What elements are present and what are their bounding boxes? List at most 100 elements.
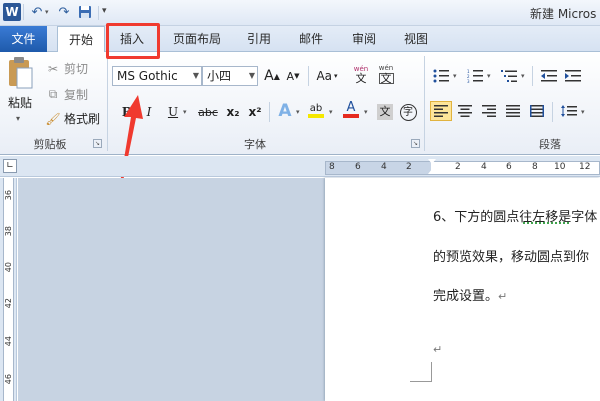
font-color-button[interactable]: A (340, 99, 362, 119)
tab-review[interactable]: 审阅 (345, 26, 383, 52)
numbering-icon: 123 (467, 69, 483, 83)
change-case-icon: Aa (316, 69, 333, 83)
highlight-button[interactable]: ab (305, 100, 327, 120)
multilevel-dropdown-icon[interactable]: ▾ (521, 72, 525, 80)
superscript-button[interactable]: x² (244, 102, 266, 122)
shrink-font-icon: A (286, 69, 295, 83)
tab-selector-icon[interactable]: ∟ (3, 159, 17, 173)
numbering-dropdown-icon[interactable]: ▾ (487, 72, 491, 80)
para-divider (532, 66, 533, 86)
title-divider (23, 4, 24, 20)
subscript-icon: x₂ (226, 105, 240, 119)
margin-corner-mark (410, 362, 432, 382)
character-shading-button[interactable]: 文 (374, 102, 396, 122)
vruler-number: 42 (4, 298, 13, 309)
undo-icon[interactable]: ↶ (28, 3, 46, 21)
bold-button[interactable]: B (116, 102, 138, 122)
font-name-combo[interactable]: MS Gothic ▼ (112, 66, 202, 86)
tab-view[interactable]: 视图 (397, 26, 435, 52)
align-left-button[interactable] (430, 101, 452, 121)
line-spacing-dropdown-icon[interactable]: ▾ (581, 108, 585, 116)
ruler-number: 2 (455, 162, 461, 172)
ruler-number: 4 (381, 162, 387, 172)
vruler-number: 38 (4, 226, 13, 237)
copy-button[interactable]: ⧉ 复制 (44, 86, 88, 103)
tab-references[interactable]: 引用 (240, 26, 278, 52)
paste-button[interactable]: 粘贴 (4, 56, 36, 111)
save-icon[interactable] (76, 3, 94, 21)
strikethrough-button[interactable]: abc (195, 102, 221, 122)
word-app-icon[interactable]: W (3, 3, 21, 21)
undo-dropdown-icon[interactable]: ▾ (45, 8, 49, 16)
ruler-number: 6 (355, 162, 361, 172)
paragraph-mark: ↵ (498, 290, 508, 303)
ruler-number: 4 (481, 162, 487, 172)
format-painter-button[interactable]: 🖌 格式刷 (44, 110, 100, 127)
font-size-value: 小四 (207, 69, 232, 83)
subscript-button[interactable]: x₂ (222, 102, 244, 122)
paragraph-mark: ↵ (433, 343, 443, 356)
superscript-icon: x² (248, 105, 262, 119)
font-launcher-icon[interactable]: ↘ (411, 139, 420, 148)
font-divider-2 (269, 102, 270, 122)
paste-dropdown-icon[interactable]: ▾ (16, 114, 20, 123)
text-effects-button[interactable]: A (274, 101, 296, 121)
font-color-dropdown-icon[interactable]: ▾ (364, 108, 368, 116)
justify-button[interactable] (502, 101, 524, 121)
increase-indent-button[interactable] (562, 66, 584, 86)
grow-font-icon: A (264, 68, 274, 84)
change-case-button[interactable]: Aa ▾ (313, 66, 341, 86)
tab-file[interactable]: 文件 (0, 26, 47, 52)
clear-format-button[interactable]: wén 文 (350, 64, 372, 84)
align-center-button[interactable] (454, 101, 476, 121)
align-right-button[interactable] (478, 101, 500, 121)
multilevel-list-button[interactable] (498, 66, 520, 86)
ribbon: 粘贴 ▾ ✂ 剪切 ⧉ 复制 🖌 格式刷 剪贴板 ↘ MS Gothic ▼ 小… (0, 52, 600, 155)
qat-divider (98, 6, 99, 20)
ruler-number: 8 (329, 162, 335, 172)
vruler-number: 40 (4, 262, 13, 273)
chevron-down-icon: ▼ (248, 71, 255, 80)
clear-format-icon: 文 (355, 72, 367, 85)
paragraph-group-label: 段落 (539, 138, 561, 151)
distributed-icon (530, 105, 544, 117)
redo-icon[interactable]: ↷ (55, 3, 73, 21)
font-size-combo[interactable]: 小四 ▼ (202, 66, 258, 86)
bullets-button[interactable] (430, 66, 452, 86)
ruler-number: 8 (532, 162, 538, 172)
line-spacing-button[interactable] (558, 101, 580, 121)
shrink-font-button[interactable]: A ▼ (282, 66, 304, 86)
italic-button[interactable]: I (138, 102, 160, 122)
highlight-dropdown-icon[interactable]: ▾ (329, 108, 333, 116)
tab-mailings[interactable]: 邮件 (292, 26, 330, 52)
grow-font-button[interactable]: A ▲ (261, 66, 283, 86)
first-line-indent-marker[interactable] (428, 159, 436, 164)
sort-button[interactable] (586, 66, 600, 86)
italic-icon: I (146, 105, 152, 119)
distributed-button[interactable] (526, 101, 548, 121)
enclose-characters-button[interactable]: 字 (397, 102, 419, 122)
vertical-ruler[interactable]: 36 38 40 42 44 46 (3, 178, 14, 401)
cut-button[interactable]: ✂ 剪切 (44, 60, 88, 77)
tab-page-layout[interactable]: 页面布局 (165, 26, 229, 52)
hanging-indent-marker[interactable] (428, 169, 436, 174)
clipboard-launcher-icon[interactable]: ↘ (93, 139, 102, 148)
copy-icon: ⧉ (48, 87, 58, 101)
vruler-number: 46 (4, 374, 13, 385)
decrease-indent-icon (541, 70, 557, 82)
numbering-button[interactable]: 123 (464, 66, 486, 86)
underline-dropdown-icon[interactable]: ▾ (183, 108, 187, 116)
underline-button[interactable]: U (162, 102, 184, 122)
tab-home[interactable]: 开始 (57, 26, 105, 53)
ruler-number: 6 (506, 162, 512, 172)
highlight-swatch (308, 113, 324, 118)
text-effects-dropdown-icon[interactable]: ▾ (296, 108, 300, 116)
horizontal-ruler[interactable]: 8 6 4 2 2 4 6 8 10 12 (325, 159, 600, 175)
bullets-dropdown-icon[interactable]: ▾ (453, 72, 457, 80)
document-line-text: 完成设置。 (433, 289, 499, 304)
decrease-indent-button[interactable] (538, 66, 560, 86)
strikethrough-icon: abc (198, 105, 218, 119)
phonetic-guide-button[interactable]: wén 文 (375, 64, 397, 84)
customize-qat-icon[interactable]: ▾ (102, 6, 107, 16)
svg-text:3: 3 (467, 79, 470, 83)
